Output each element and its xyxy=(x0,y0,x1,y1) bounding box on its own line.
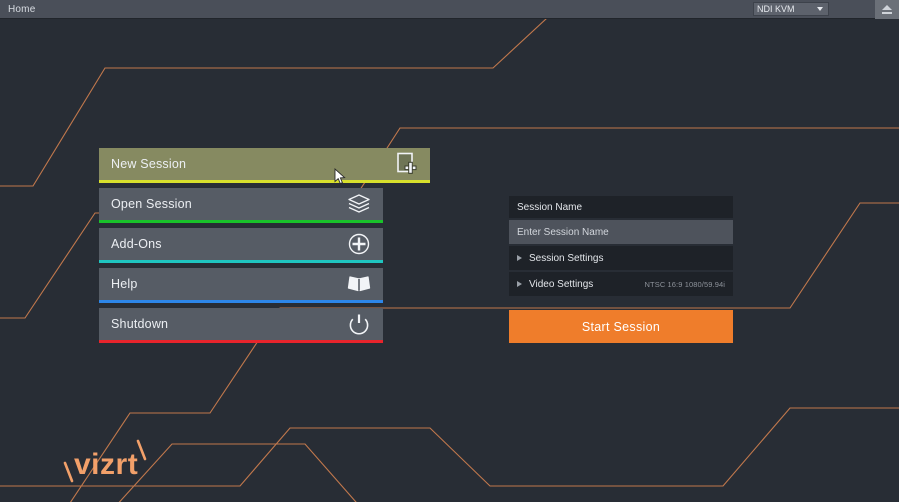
eject-icon-bar xyxy=(882,11,892,14)
menu-item-help[interactable]: Help xyxy=(99,268,383,303)
circle-plus-icon xyxy=(339,228,379,260)
menu-item-add-ons[interactable]: Add-Ons xyxy=(99,228,383,263)
session-settings-row[interactable]: Session Settings xyxy=(509,246,733,270)
start-session-label: Start Session xyxy=(581,319,661,334)
menu-item-label: Open Session xyxy=(111,197,192,211)
power-icon xyxy=(339,308,379,340)
session-name-placeholder: Enter Session Name xyxy=(517,226,609,238)
triangle-right-icon xyxy=(517,281,522,287)
session-name-field[interactable]: Enter Session Name xyxy=(509,220,733,244)
menu-item-shutdown[interactable]: Shutdown xyxy=(99,308,383,343)
home-screen: Home NDI KVM New Session Open Session Ad… xyxy=(0,0,899,502)
session-name-header-label: Session Name xyxy=(517,201,583,213)
eject-button[interactable] xyxy=(875,0,899,19)
device-select-value: NDI KVM xyxy=(757,4,795,14)
menu-item-label: New Session xyxy=(111,157,187,171)
start-session-button[interactable]: Start Session xyxy=(509,310,733,343)
session-panel: Session Name Enter Session Name Session … xyxy=(509,196,733,343)
session-name-header: Session Name xyxy=(509,196,733,218)
open-book-icon xyxy=(339,268,379,300)
title-bar: Home NDI KVM xyxy=(0,0,899,19)
menu-item-label: Shutdown xyxy=(111,317,169,331)
session-settings-label: Session Settings xyxy=(529,252,604,264)
main-menu: New Session Open Session Add-Ons Help Sh… xyxy=(99,148,439,348)
new-document-plus-icon xyxy=(386,148,426,180)
video-settings-value: NTSC 16:9 1080/59.94i xyxy=(644,279,725,289)
menu-item-new-session[interactable]: New Session xyxy=(99,148,430,183)
video-settings-row[interactable]: Video Settings NTSC 16:9 1080/59.94i xyxy=(509,272,733,296)
device-select[interactable]: NDI KVM xyxy=(753,2,829,16)
eject-icon xyxy=(882,4,892,10)
video-settings-label: Video Settings xyxy=(529,278,594,290)
menu-item-label: Help xyxy=(111,277,138,291)
vizrt-logo-text: vizrt xyxy=(74,448,138,481)
vizrt-logo: vizrt xyxy=(62,437,157,485)
layers-stack-icon xyxy=(339,188,379,220)
triangle-right-icon xyxy=(517,255,522,261)
breadcrumb-home[interactable]: Home xyxy=(0,4,35,15)
menu-item-open-session[interactable]: Open Session xyxy=(99,188,383,223)
chevron-down-icon xyxy=(817,7,823,11)
menu-item-label: Add-Ons xyxy=(111,237,162,251)
